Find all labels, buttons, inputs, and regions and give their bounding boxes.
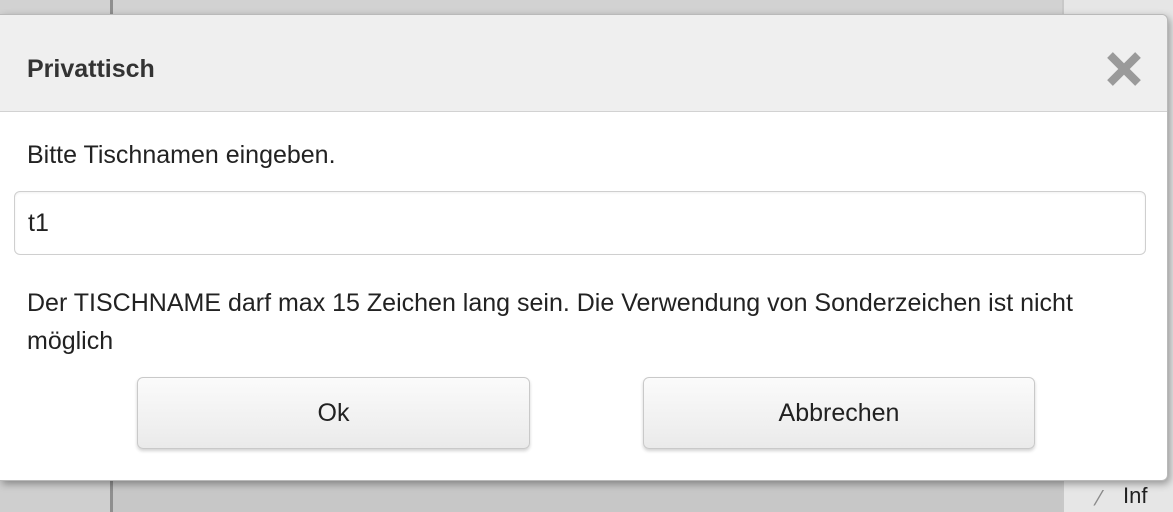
table-name-input[interactable] — [14, 191, 1146, 255]
dialog-header: Privattisch — [0, 15, 1167, 112]
close-icon — [1107, 52, 1141, 86]
private-table-dialog: Privattisch Bitte Tischnamen eingeben. D… — [0, 14, 1168, 481]
close-button[interactable] — [1104, 49, 1144, 89]
dialog-title: Privattisch — [27, 55, 155, 83]
background-top-strip — [0, 0, 1173, 14]
dialog-prompt: Bitte Tischnamen eingeben. — [27, 141, 336, 169]
cancel-button[interactable]: Abbrechen — [643, 377, 1035, 449]
background-bottom-left — [0, 478, 110, 512]
background-info-text: Inf — [1123, 483, 1148, 508]
dialog-hint: Der TISCHNAME darf max 15 Zeichen lang s… — [27, 289, 1073, 355]
background-bottom-panel — [113, 478, 1062, 512]
pencil-icon: ⁄ — [1097, 486, 1101, 510]
ok-button[interactable]: Ok — [137, 377, 530, 449]
